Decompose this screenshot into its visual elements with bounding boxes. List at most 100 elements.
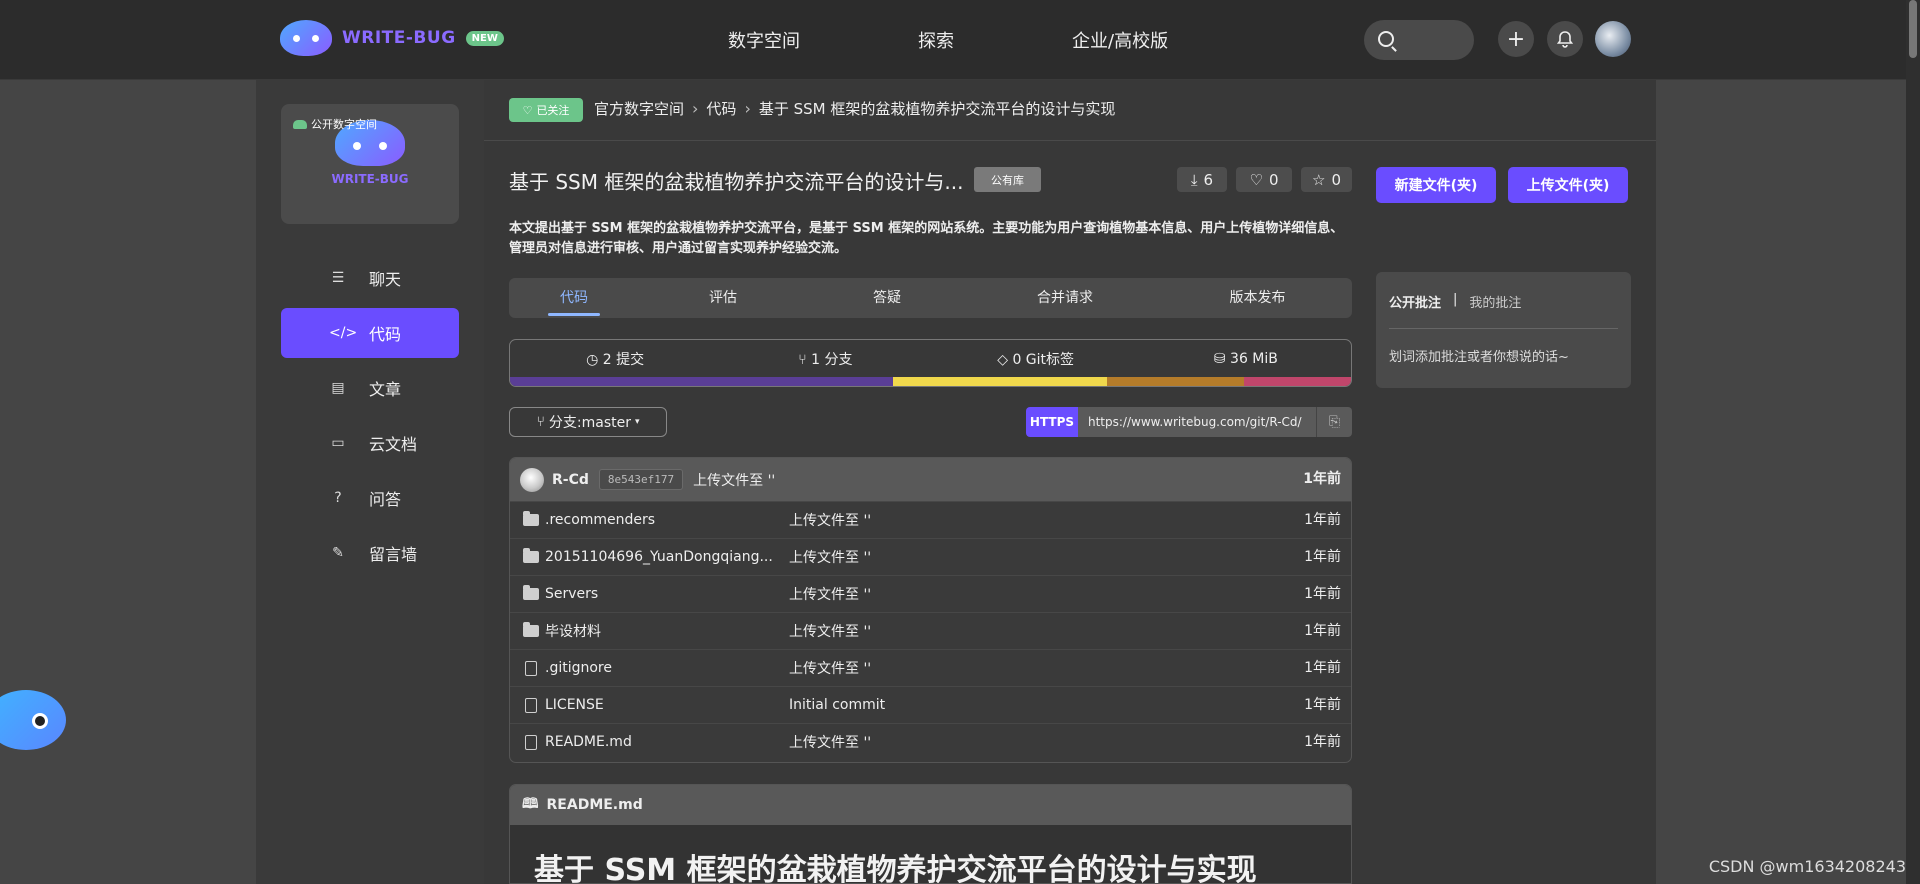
followed-button[interactable]: ♡ 已关注 xyxy=(509,98,583,122)
tab-divider: | xyxy=(1453,292,1458,307)
file-commit-message[interactable]: 上传文件至 '' xyxy=(789,732,1351,752)
edit-icon: ✎ xyxy=(332,545,344,561)
tab-code[interactable]: 代码 xyxy=(509,278,639,318)
search-input[interactable] xyxy=(1364,20,1474,60)
annotation-hint: 划词添加批注或者你想说的话~ xyxy=(1389,350,1569,365)
file-name[interactable]: .recommenders xyxy=(545,512,789,528)
tags-count: 0 Git标签 xyxy=(1012,352,1075,368)
add-button[interactable]: + xyxy=(1498,21,1534,57)
star-icon: ☆ xyxy=(1312,170,1326,189)
download-count[interactable]: ⤓ 6 xyxy=(1177,167,1227,192)
tab-releases[interactable]: 版本发布 xyxy=(1163,278,1352,318)
sidebar-item-message-wall[interactable]: ✎ 留言墙 xyxy=(281,528,459,578)
nav-link-digital-space[interactable]: 数字空间 xyxy=(728,27,800,53)
main-nav: 数字空间 探索 企业/高校版 xyxy=(728,0,1168,80)
sidebar-item-chat[interactable]: ☰ 聊天 xyxy=(281,253,459,303)
upload-file-button[interactable]: 上传文件(夹) xyxy=(1508,167,1628,203)
sidebar-item-code[interactable]: </> 代码 xyxy=(281,308,459,358)
file-commit-message[interactable]: 上传文件至 '' xyxy=(789,547,1351,567)
file-commit-message[interactable]: 上传文件至 '' xyxy=(789,510,1351,530)
file-commit-message[interactable]: 上传文件至 '' xyxy=(789,658,1351,678)
tab-evaluation[interactable]: 评估 xyxy=(639,278,807,318)
protocol-label[interactable]: HTTPS xyxy=(1026,407,1078,437)
new-file-button[interactable]: 新建文件(夹) xyxy=(1376,167,1496,203)
commit-author[interactable]: R-Cd xyxy=(552,472,589,488)
language-bar xyxy=(510,377,1351,386)
commits-link[interactable]: ◷ 2 提交 xyxy=(510,349,720,369)
bell-icon xyxy=(1556,31,1574,48)
file-name[interactable]: 20151104696_YuanDongqiang... xyxy=(545,549,789,565)
nav-link-enterprise[interactable]: 企业/高校版 xyxy=(1072,27,1168,53)
branch-icon: ⑂ xyxy=(798,352,807,368)
sidebar-item-label: 聊天 xyxy=(369,270,402,289)
sidebar-item-cloud-docs[interactable]: ▭ 云文档 xyxy=(281,418,459,468)
file-row[interactable]: 20151104696_YuanDongqiang... 上传文件至 '' 1年前 xyxy=(510,538,1351,575)
tab-public-annotations[interactable]: 公开批注 xyxy=(1389,292,1441,311)
commit-message[interactable]: 上传文件至 '' xyxy=(693,470,775,490)
tags-link[interactable]: ◇ 0 Git标签 xyxy=(931,349,1141,369)
folder-icon xyxy=(523,622,539,637)
file-name[interactable]: 毕设材料 xyxy=(545,621,789,641)
file-commit-message[interactable]: Initial commit xyxy=(789,697,1351,713)
file-row[interactable]: .gitignore 上传文件至 '' 1年前 xyxy=(510,649,1351,686)
space-name: WRITE-BUG xyxy=(331,172,409,186)
sidebar-item-article[interactable]: ▤ 文章 xyxy=(281,363,459,413)
file-commit-message[interactable]: 上传文件至 '' xyxy=(789,621,1351,641)
branch-selector[interactable]: ⑂ 分支:master ▾ xyxy=(509,407,667,437)
user-avatar[interactable] xyxy=(1595,21,1631,57)
file-row[interactable]: Servers 上传文件至 '' 1年前 xyxy=(510,575,1351,612)
site-logo[interactable]: WRITE-BUG NEW xyxy=(280,20,504,56)
file-row[interactable]: .recommenders 上传文件至 '' 1年前 xyxy=(510,501,1351,538)
heart-icon: ♡ xyxy=(522,103,533,117)
breadcrumb-bar: ♡ 已关注 官方数字空间 › 代码 › 基于 SSM 框架的盆栽植物养护交流平台… xyxy=(484,80,1656,141)
nav-link-explore[interactable]: 探索 xyxy=(918,27,954,53)
chevron-right-icon: › xyxy=(692,99,699,118)
tab-merge-requests[interactable]: 合并请求 xyxy=(967,278,1163,318)
readme-panel: 🕮 README.md 基于 SSM 框架的盆栽植物养护交流平台的设计与实现 xyxy=(509,784,1352,884)
notifications-button[interactable] xyxy=(1547,21,1583,57)
breadcrumb-item[interactable]: 代码 xyxy=(706,98,736,119)
tab-my-annotations[interactable]: 我的批注 xyxy=(1469,292,1521,311)
latest-commit-row: R-Cd 8e543ef177 上传文件至 '' 1年前 xyxy=(510,458,1351,501)
file-row[interactable]: README.md 上传文件至 '' 1年前 xyxy=(510,723,1351,760)
file-name[interactable]: Servers xyxy=(545,586,789,602)
file-row[interactable]: LICENSE Initial commit 1年前 xyxy=(510,686,1351,723)
sidebar-item-label: 文章 xyxy=(369,380,402,399)
like-value: 0 xyxy=(1268,170,1279,189)
breadcrumb-item[interactable]: 基于 SSM 框架的盆栽植物养护交流平台的设计与实现 xyxy=(759,98,1116,119)
clone-url-box: HTTPS https://www.writebug.com/git/R-Cd/… xyxy=(1026,407,1352,437)
file-name[interactable]: .gitignore xyxy=(545,660,789,676)
breadcrumb-item[interactable]: 官方数字空间 xyxy=(594,98,684,119)
sidebar-item-label: 云文档 xyxy=(369,435,418,454)
file-name[interactable]: LICENSE xyxy=(545,697,789,713)
page-scrollbar[interactable] xyxy=(1906,0,1920,884)
folder-icon xyxy=(523,511,539,526)
top-navigation-bar: WRITE-BUG NEW 数字空间 探索 企业/高校版 + xyxy=(0,0,1920,80)
file-name[interactable]: README.md xyxy=(545,734,789,750)
floating-assistant-icon[interactable] xyxy=(0,690,66,750)
repo-description: 本文提出基于 SSM 框架的盆栽植物养护交流平台，是基于 SSM 框架的网站系统… xyxy=(509,221,1344,256)
file-commit-message[interactable]: 上传文件至 '' xyxy=(789,584,1351,604)
chat-icon: ☰ xyxy=(331,270,345,286)
sidebar-menu: ☰ 聊天 </> 代码 ▤ 文章 ▭ 云文档 ? 问答 ✎ 留言墙 xyxy=(281,253,459,583)
star-count[interactable]: ☆ 0 xyxy=(1301,167,1352,192)
file-time: 1年前 xyxy=(1304,660,1341,676)
sidebar-item-qa[interactable]: ? 问答 xyxy=(281,473,459,523)
repo-tabs: 代码 评估 答疑 合并请求 版本发布 xyxy=(509,278,1352,318)
like-count[interactable]: ♡ 0 xyxy=(1236,167,1292,192)
watermark: CSDN @wm1634208243 xyxy=(1708,857,1906,876)
digital-space-card[interactable]: 公开数字空间 WRITE-BUG xyxy=(281,104,459,224)
annotation-tabs: 公开批注 | 我的批注 xyxy=(1389,292,1521,311)
author-avatar[interactable] xyxy=(520,467,544,492)
file-row[interactable]: 毕设材料 上传文件至 '' 1年前 xyxy=(510,612,1351,649)
caret-down-icon: ▾ xyxy=(634,417,640,427)
copy-icon[interactable]: ⎘ xyxy=(1316,407,1352,437)
public-space-tag: 公开数字空间 xyxy=(293,116,377,132)
scrollbar-thumb[interactable] xyxy=(1909,0,1917,58)
branches-link[interactable]: ⑂ 1 分支 xyxy=(720,349,930,369)
clone-url-input[interactable]: https://www.writebug.com/git/R-Cd/ xyxy=(1078,407,1316,437)
file-icon xyxy=(523,660,539,676)
download-icon: ⤓ xyxy=(1190,170,1198,189)
tab-qa[interactable]: 答疑 xyxy=(807,278,967,318)
commit-hash[interactable]: 8e543ef177 xyxy=(598,469,684,490)
